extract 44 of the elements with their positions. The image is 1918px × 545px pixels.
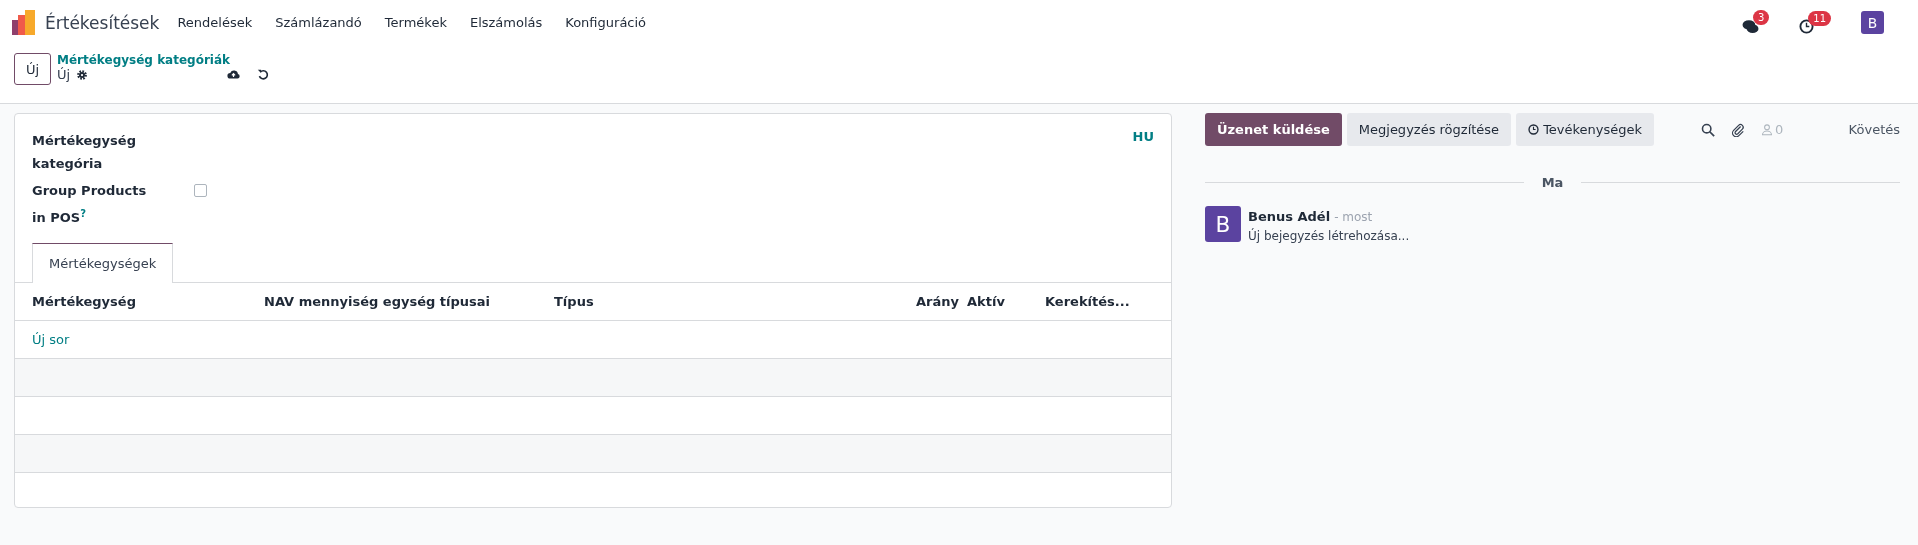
menu-item[interactable]: Rendelések xyxy=(177,15,253,30)
chatter-button[interactable]: Megjegyzés rögzítése xyxy=(1346,113,1512,146)
count-badge: 3 xyxy=(1752,10,1770,25)
cloud-upload-icon[interactable] xyxy=(226,68,242,81)
breadcrumb-link[interactable]: Mértékegység kategóriák xyxy=(57,53,271,67)
count-badge: 11 xyxy=(1808,11,1831,26)
app-logo-icon xyxy=(12,10,35,35)
column-header[interactable]: Aktív xyxy=(967,294,1045,310)
message-body: Új bejegyzés létrehozása... xyxy=(1248,229,1410,243)
field-label: Mértékegység kategória xyxy=(32,132,137,173)
follow-button[interactable]: Követés xyxy=(1848,122,1900,137)
record-name: Új xyxy=(57,67,71,82)
chat-button[interactable]: 3 xyxy=(1741,10,1770,35)
column-header[interactable]: Típus xyxy=(554,294,874,310)
chat-bubbles-icon xyxy=(1741,18,1759,35)
search-icon[interactable] xyxy=(1701,122,1716,137)
column-header[interactable]: Arány xyxy=(874,294,967,310)
chatter-button[interactable]: Tevékenységek xyxy=(1516,113,1655,146)
column-header[interactable]: Mértékegység xyxy=(32,294,264,310)
paperclip-icon[interactable] xyxy=(1731,122,1746,137)
field-label: Group Products in POS$^{?}$ xyxy=(32,182,148,228)
column-header[interactable]: Kerekítés... xyxy=(1045,294,1154,310)
message-time: - most xyxy=(1334,210,1373,224)
clock-icon xyxy=(1799,19,1815,34)
date-separator: Ma xyxy=(1541,175,1564,190)
chatter-button[interactable]: Üzenet küldése xyxy=(1205,113,1342,146)
add-line-link[interactable]: Új sor xyxy=(32,332,70,348)
undo-icon[interactable] xyxy=(257,68,271,81)
message-author: Benus Adél xyxy=(1248,209,1331,224)
new-button[interactable]: Új xyxy=(14,53,51,85)
user-icon xyxy=(1761,123,1774,136)
menu-item[interactable]: Termékek xyxy=(384,15,447,30)
menu-item[interactable]: Számlázandó xyxy=(275,15,362,30)
settings-icon[interactable] xyxy=(76,68,89,81)
activity-button[interactable]: 11 xyxy=(1799,11,1831,34)
checkbox[interactable] xyxy=(194,184,207,197)
menu-item[interactable]: Konfiguráció xyxy=(565,15,647,30)
menu-item[interactable]: Elszámolás xyxy=(469,15,543,30)
author-avatar: B xyxy=(1205,206,1241,242)
user-avatar[interactable]: B xyxy=(1861,11,1884,34)
column-header[interactable]: NAV mennyiség egység típusai xyxy=(264,294,554,310)
app-name: Értékesítések xyxy=(45,12,160,33)
language-button[interactable]: HU xyxy=(1132,129,1154,234)
tab[interactable]: Mértékegységek xyxy=(32,243,174,284)
